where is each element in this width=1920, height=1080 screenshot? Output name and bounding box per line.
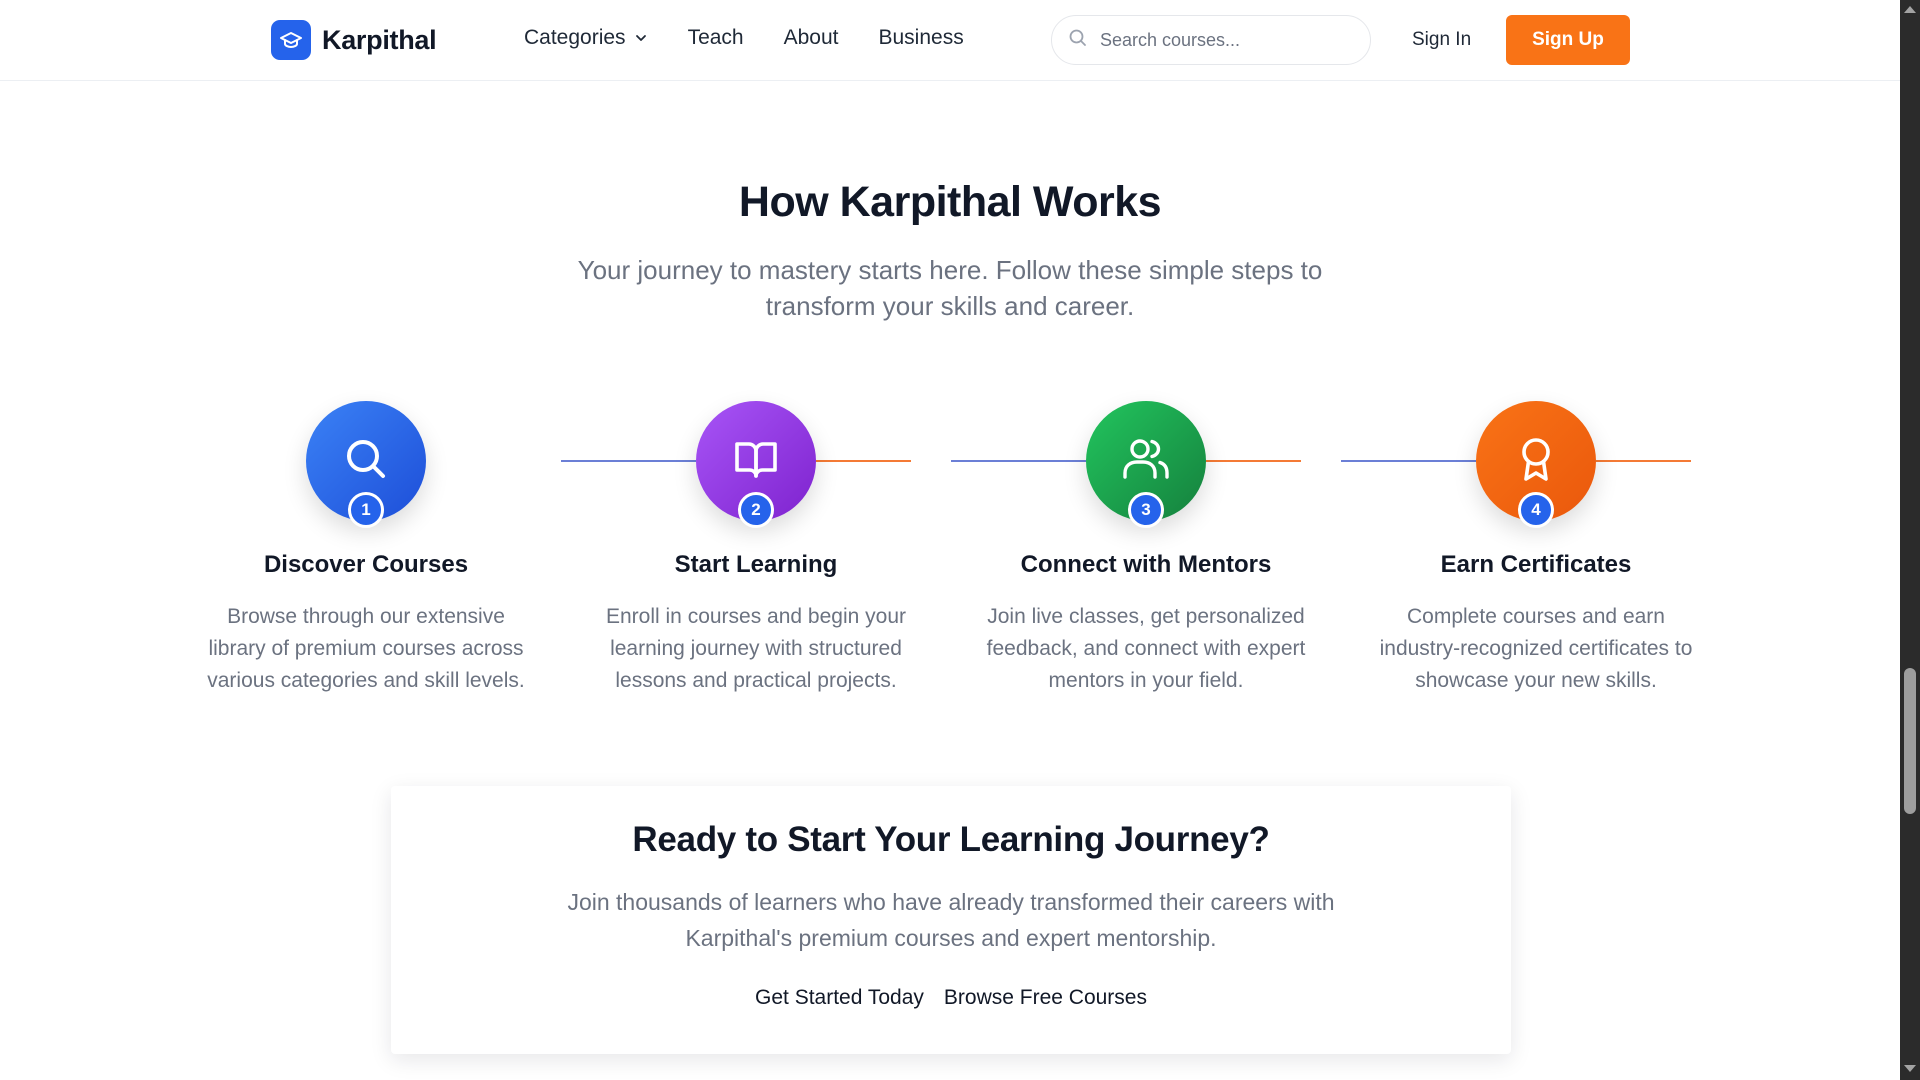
step-number-badge: 4	[1518, 492, 1554, 528]
search-input[interactable]	[1100, 29, 1350, 51]
step-icon-circle: 1	[306, 401, 426, 528]
step-number-badge: 3	[1128, 492, 1164, 528]
scrollbar-thumb[interactable]	[1904, 668, 1916, 814]
award-icon	[1511, 434, 1561, 489]
nav-item-about[interactable]: About	[784, 26, 839, 50]
nav-label: Categories	[524, 26, 626, 49]
scroll-down-arrow-icon[interactable]	[1904, 1065, 1916, 1072]
step-card-learning: 2 Start Learning Enroll in courses and b…	[576, 401, 936, 697]
step-icon-circle: 4	[1476, 401, 1596, 528]
cta-title: Ready to Start Your Learning Journey?	[632, 820, 1270, 859]
scroll-up-arrow-icon[interactable]	[1904, 6, 1916, 13]
step-description: Browse through our extensive library of …	[207, 605, 525, 692]
cta-button-group: Get Started Today Browse Free Courses	[391, 986, 1511, 1010]
step-description: Enroll in courses and begin your learnin…	[605, 605, 906, 692]
cta-subtitle: Join thousands of learners who have alre…	[567, 889, 1335, 951]
logo-text: Karpithal	[322, 24, 437, 55]
sign-in-link[interactable]: Sign In	[1412, 29, 1471, 51]
step-card-discover: 1 Discover Courses Browse through our ex…	[186, 401, 546, 697]
get-started-button[interactable]: Get Started Today	[745, 986, 934, 1010]
top-navbar: Karpithal Categories Teach About Busines…	[0, 0, 1900, 81]
search-bar[interactable]	[1051, 15, 1371, 65]
graduation-cap-icon	[271, 20, 311, 60]
nav-item-business[interactable]: Business	[879, 26, 964, 50]
sign-up-button[interactable]: Sign Up	[1506, 15, 1630, 65]
step-title: Start Learning	[674, 551, 838, 578]
section-subtitle: Your journey to mastery starts here. Fol…	[577, 255, 1323, 321]
section-title: How Karpithal Works	[738, 178, 1162, 226]
main-nav: Categories Teach About Business	[524, 26, 964, 50]
cta-card: Ready to Start Your Learning Journey? Jo…	[391, 786, 1511, 1054]
step-icon-circle: 3	[1086, 401, 1206, 528]
search-icon	[342, 435, 390, 488]
step-description: Join live classes, get personalized feed…	[986, 605, 1306, 692]
book-icon	[731, 434, 781, 489]
step-title: Connect with Mentors	[1020, 551, 1272, 578]
step-icon-circle: 2	[696, 401, 816, 528]
step-description: Complete courses and earn industry-recog…	[1379, 605, 1693, 692]
browse-free-courses-button[interactable]: Browse Free Courses	[934, 986, 1157, 1010]
nav-label: About	[783, 26, 839, 49]
logo[interactable]: Karpithal	[271, 20, 437, 60]
step-number-badge: 2	[738, 492, 774, 528]
users-icon	[1121, 434, 1171, 489]
nav-item-categories[interactable]: Categories	[524, 26, 648, 50]
search-icon	[1068, 28, 1088, 53]
step-number-badge: 1	[348, 492, 384, 528]
chevron-down-icon	[634, 31, 648, 45]
nav-label: Teach	[687, 26, 744, 49]
vertical-scrollbar[interactable]	[1900, 0, 1920, 1080]
nav-label: Business	[878, 26, 964, 49]
step-card-mentors: 3 Connect with Mentors Join live classes…	[966, 401, 1326, 697]
nav-item-teach[interactable]: Teach	[688, 26, 744, 50]
step-card-certificates: 4 Earn Certificates Complete courses and…	[1356, 401, 1716, 697]
step-title: Earn Certificates	[1440, 551, 1632, 578]
step-title: Discover Courses	[263, 551, 469, 578]
